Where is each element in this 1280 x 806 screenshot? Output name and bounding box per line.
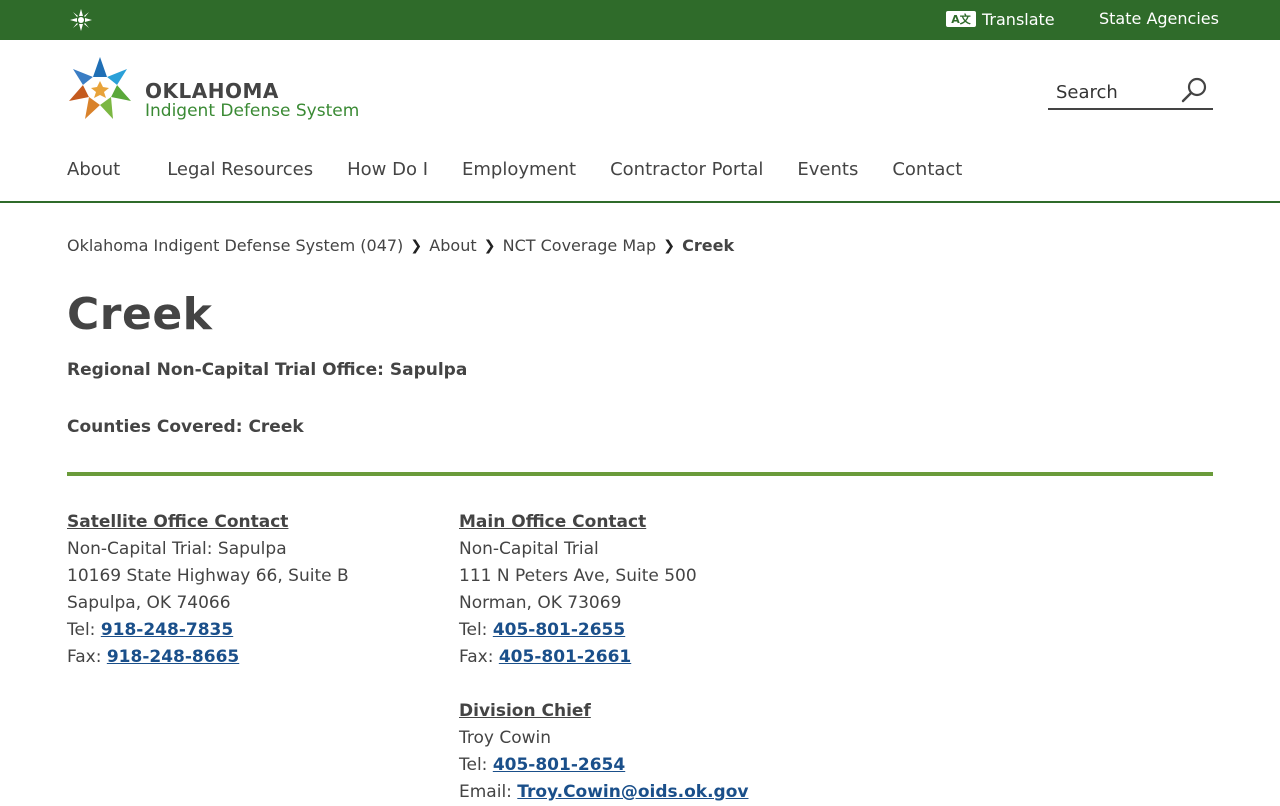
breadcrumb-link-home[interactable]: Oklahoma Indigent Defense System (047) <box>67 236 403 255</box>
breadcrumb-link-nct-coverage-map[interactable]: NCT Coverage Map <box>503 236 657 255</box>
main-office-line-2: 111 N Peters Ave, Suite 500 <box>459 566 697 586</box>
main-office-tel-link[interactable]: 405-801-2655 <box>493 620 625 640</box>
main-office-fax-link[interactable]: 405-801-2661 <box>499 647 631 667</box>
chevron-right-icon: ❯ <box>410 237 423 254</box>
satellite-office-contact: Satellite Office Contact Non-Capital Tri… <box>67 509 349 671</box>
translate-icon: A文 <box>946 11 976 27</box>
main-office-line-3: Norman, OK 73069 <box>459 593 622 613</box>
search-box <box>1048 76 1213 110</box>
main-office-fax-row: Fax: 405-801-2661 <box>459 644 748 671</box>
search-icon[interactable] <box>1180 76 1208 104</box>
logo-line-1: OKLAHOMA <box>145 79 279 103</box>
counties-covered-text: Counties Covered: Creek <box>67 417 304 437</box>
division-chief-name: Troy Cowin <box>459 728 552 748</box>
nav-item-events[interactable]: Events <box>797 159 858 185</box>
state-agencies-link[interactable]: State Agencies <box>1099 9 1219 28</box>
satellite-line-2: 10169 State Highway 66, Suite B <box>67 566 349 586</box>
satellite-fax-link[interactable]: 918-248-8665 <box>107 647 239 667</box>
satellite-fax-row: Fax: 918-248-8665 <box>67 644 349 671</box>
main-office-heading: Main Office Contact <box>459 512 647 532</box>
main-nav: About Legal Resources How Do I Employmen… <box>67 159 996 185</box>
satellite-line-3: Sapulpa, OK 74066 <box>67 593 231 613</box>
division-chief-heading: Division Chief <box>459 701 591 721</box>
breadcrumb-current: Creek <box>682 236 735 255</box>
main-office-line-1: Non-Capital Trial <box>459 539 599 559</box>
satellite-tel-link[interactable]: 918-248-7835 <box>101 620 233 640</box>
main-office-tel-row: Tel: 405-801-2655 <box>459 617 748 644</box>
nav-item-employment[interactable]: Employment <box>462 159 576 185</box>
division-chief-email-link[interactable]: Troy.Cowin@oids.ok.gov <box>517 782 748 802</box>
division-chief-tel-row: Tel: 405-801-2654 <box>459 752 748 779</box>
nav-item-contractor-portal[interactable]: Contractor Portal <box>610 159 763 185</box>
satellite-tel-row: Tel: 918-248-7835 <box>67 617 349 644</box>
oids-star-logo-icon <box>69 57 131 119</box>
search-input[interactable] <box>1054 78 1178 106</box>
division-chief-email-row: Email: Troy.Cowin@oids.ok.gov <box>459 779 748 806</box>
tel-label: Tel: <box>459 755 493 775</box>
tel-label: Tel: <box>459 620 493 640</box>
oklahoma-star-icon[interactable] <box>69 8 93 32</box>
regional-office-text: Regional Non-Capital Trial Office: Sapul… <box>67 360 468 380</box>
fax-label: Fax: <box>459 647 499 667</box>
chevron-right-icon: ❯ <box>663 237 675 254</box>
logo-line-2: Indigent Defense System <box>145 101 360 121</box>
satellite-heading: Satellite Office Contact <box>67 512 289 532</box>
translate-button[interactable]: A文 Translate <box>946 8 1055 30</box>
nav-item-how-do-i[interactable]: How Do I <box>347 159 428 185</box>
site-header: OKLAHOMA Indigent Defense System About L… <box>0 40 1280 203</box>
tel-label: Tel: <box>67 620 101 640</box>
top-bar: A文 Translate State Agencies <box>0 0 1280 40</box>
section-divider <box>67 472 1213 476</box>
breadcrumb-link-about[interactable]: About <box>429 236 476 255</box>
division-chief-tel-link[interactable]: 405-801-2654 <box>493 755 625 775</box>
nav-item-legal-resources[interactable]: Legal Resources <box>167 159 313 185</box>
fax-label: Fax: <box>67 647 107 667</box>
page-title: Creek <box>67 289 213 340</box>
satellite-line-1: Non-Capital Trial: Sapulpa <box>67 539 287 559</box>
main-office-contact: Main Office Contact Non-Capital Trial 11… <box>459 509 748 806</box>
nav-item-contact[interactable]: Contact <box>892 159 962 185</box>
breadcrumb: Oklahoma Indigent Defense System (047) ❯… <box>67 236 734 255</box>
email-label: Email: <box>459 782 518 802</box>
nav-item-about[interactable]: About <box>67 159 120 185</box>
chevron-right-icon: ❯ <box>483 237 496 254</box>
translate-label: Translate <box>982 9 1055 29</box>
site-logo[interactable]: OKLAHOMA Indigent Defense System <box>67 55 367 123</box>
